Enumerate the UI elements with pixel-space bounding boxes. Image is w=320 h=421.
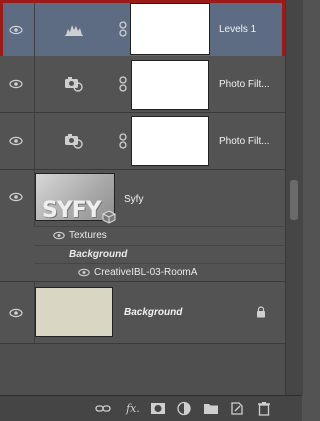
smart-filter-row-background[interactable]: Background	[34, 245, 285, 264]
link-layers-icon[interactable]	[95, 401, 111, 416]
smart-object-icon	[102, 210, 116, 224]
thumbnail-art-text: SYFY	[42, 198, 102, 221]
link-icon[interactable]	[118, 133, 128, 149]
visibility-toggle[interactable]	[0, 282, 35, 343]
link-icon[interactable]	[118, 21, 128, 37]
layer-row-levels-1[interactable]: Levels 1	[0, 0, 285, 60]
add-mask-icon[interactable]	[150, 401, 166, 416]
eye-icon	[9, 308, 23, 317]
layer-row-photo-filter-2[interactable]: Photo Filt...	[0, 113, 285, 170]
smart-filter-label: Background	[69, 249, 128, 260]
layer-name[interactable]: Levels 1	[219, 24, 256, 35]
eye-icon	[9, 192, 23, 202]
smart-filter-row-creativeibl[interactable]: CreativeIBL-03-RoomA	[34, 263, 285, 282]
layer-mask-thumbnail[interactable]	[131, 4, 209, 54]
layer-mask-thumbnail[interactable]	[131, 116, 209, 166]
visibility-toggle[interactable]	[0, 0, 35, 59]
delete-layer-icon[interactable]	[256, 401, 272, 416]
smart-filter-label: CreativeIBL-03-RoomA	[94, 267, 198, 278]
layer-thumbnail[interactable]	[35, 287, 113, 337]
new-layer-icon[interactable]	[229, 401, 245, 416]
smart-filter-row-textures[interactable]: Textures	[34, 226, 285, 245]
lock-icon	[257, 306, 265, 318]
layer-name[interactable]: Photo Filt...	[219, 79, 270, 90]
eye-icon	[9, 79, 23, 89]
link-icon[interactable]	[118, 76, 128, 92]
layers-toolbar: fx.	[0, 395, 302, 421]
layer-name[interactable]: Photo Filt...	[219, 136, 270, 147]
adjustment-layer-icon[interactable]	[176, 401, 192, 416]
add-layer-style-button[interactable]: fx.	[122, 401, 144, 416]
layer-row-photo-filter-1[interactable]: Photo Filt...	[0, 56, 285, 113]
eye-icon	[9, 136, 23, 146]
layer-name[interactable]: Background	[124, 307, 182, 318]
eye-icon	[9, 25, 23, 34]
new-group-icon[interactable]	[203, 401, 219, 416]
levels-icon	[65, 25, 83, 36]
photo-filter-icon	[65, 134, 83, 149]
visibility-toggle[interactable]	[0, 113, 35, 169]
eye-icon[interactable]	[78, 268, 90, 277]
layers-panel: Levels 1 Photo Filt... Photo Filt... Syf…	[0, 0, 303, 421]
layer-name[interactable]: Syfy	[124, 194, 143, 205]
layer-mask-thumbnail[interactable]	[131, 60, 209, 110]
visibility-toggle[interactable]	[0, 170, 35, 226]
visibility-toggle[interactable]	[0, 56, 35, 112]
scrollbar-thumb[interactable]	[290, 180, 298, 220]
smart-filter-label: Textures	[69, 230, 107, 241]
eye-icon[interactable]	[53, 231, 65, 240]
layers-scrollbar[interactable]	[285, 0, 303, 395]
photo-filter-icon	[65, 77, 83, 92]
